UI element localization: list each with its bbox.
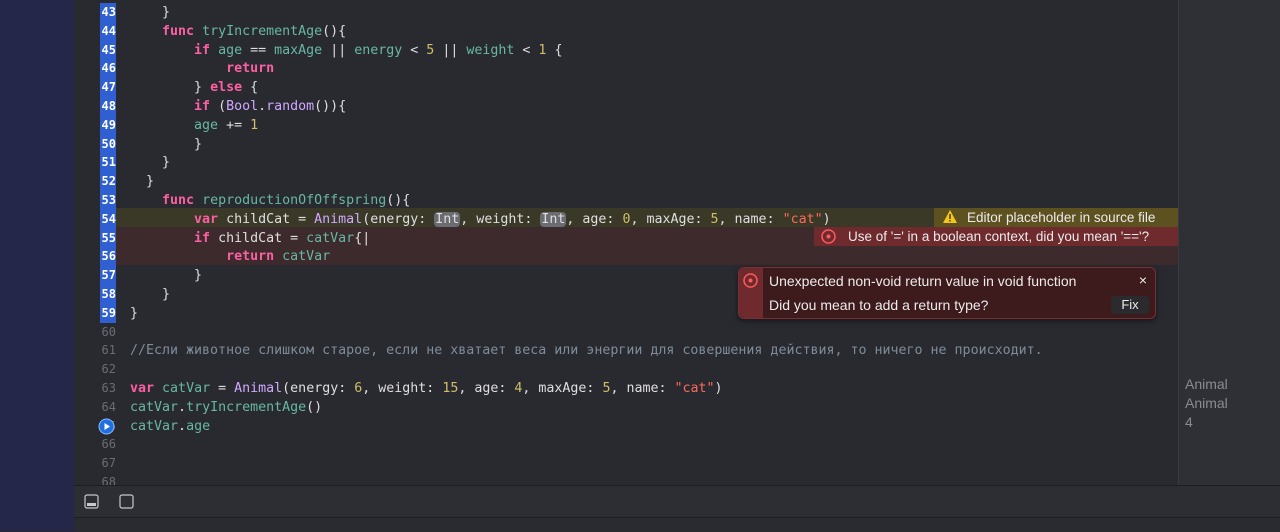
line-number[interactable]: 53 <box>100 191 116 210</box>
code-text: if (Bool.random()){ <box>194 99 347 114</box>
result-line-65: 4 <box>1185 414 1193 430</box>
code-text: var childCat = Animal(energy: Int, weigh… <box>194 211 831 227</box>
code-line[interactable]: 54 var childCat = Animal(energy: Int, we… <box>74 209 1178 229</box>
code-line[interactable]: 50 } <box>74 134 1178 154</box>
code-line[interactable]: 43 } <box>74 3 1178 22</box>
error-circle-icon <box>743 273 758 292</box>
line-number[interactable]: 68 <box>100 473 116 485</box>
fix-button[interactable]: Fix <box>1111 296 1149 314</box>
code-line[interactable]: 56 return catVar <box>74 247 1178 267</box>
code-editor[interactable]: Editor placeholder in source file Use of… <box>74 0 1178 485</box>
line-number[interactable]: 50 <box>100 134 116 154</box>
line-number[interactable]: 58 <box>100 285 116 304</box>
result-line-63: Animal <box>1185 376 1228 392</box>
code-line[interactable]: 52 } <box>74 172 1178 192</box>
code-text: if childCat = catVar{| <box>194 230 371 246</box>
stop-icon[interactable] <box>119 494 134 509</box>
line-number[interactable]: 45 <box>100 40 116 60</box>
close-icon[interactable]: × <box>1139 272 1147 288</box>
status-strip <box>74 517 1280 532</box>
code-text: } <box>130 287 171 302</box>
line-number[interactable]: 43 <box>100 3 116 22</box>
line-number[interactable]: 66 <box>100 435 116 454</box>
line-number[interactable]: 64 <box>100 398 116 417</box>
popup-title: Unexpected non-void return value in void… <box>769 273 1077 289</box>
code-line[interactable]: 51 } <box>74 153 1178 173</box>
line-number[interactable]: 51 <box>100 153 116 173</box>
code-text: } <box>130 305 139 321</box>
code-text: func tryIncrementAge(){ <box>162 23 347 39</box>
line-number[interactable]: 49 <box>100 115 116 135</box>
code-line[interactable]: 61 //Если животное слишком старое, если н… <box>74 341 1178 360</box>
code-line[interactable]: 66 <box>74 435 1178 454</box>
line-number[interactable]: 63 <box>100 379 116 398</box>
line-number[interactable]: 56 <box>100 247 116 267</box>
code-text: return catVar <box>226 249 331 265</box>
results-sidebar: Animal Animal 4 <box>1178 0 1280 485</box>
code-text: var catVar = Animal(energy: 6, weight: 1… <box>130 381 723 396</box>
line-number[interactable]: 57 <box>100 266 116 286</box>
popup-icon-column <box>739 268 763 318</box>
code-line[interactable]: 68 <box>74 473 1178 485</box>
line-number[interactable]: 47 <box>100 78 116 98</box>
code-text: catVar.age <box>130 418 211 434</box>
code-line[interactable]: 44 func tryIncrementAge(){ <box>74 21 1178 41</box>
line-number[interactable]: 60 <box>100 323 116 342</box>
code-line[interactable]: 67 <box>74 454 1178 473</box>
code-text: return <box>226 61 275 77</box>
code-line[interactable]: 65catVar.age <box>74 417 1178 436</box>
code-text: } <box>130 5 171 20</box>
code-text: age += 1 <box>194 117 259 133</box>
code-text: } <box>130 174 155 190</box>
code-line[interactable]: 48 if (Bool.random()){ <box>74 97 1178 116</box>
run-line-icon[interactable] <box>98 418 115 435</box>
line-number[interactable]: 61 <box>100 341 116 360</box>
code-line[interactable]: 53 func reproductionOfOffspring(){ <box>74 191 1178 210</box>
code-line[interactable]: 46 return <box>74 59 1178 79</box>
hide-debug-area-icon[interactable] <box>84 494 99 509</box>
code-line[interactable]: 63 var catVar = Animal(energy: 6, weight:… <box>74 379 1178 398</box>
line-number[interactable]: 62 <box>100 360 116 379</box>
code-text: } else { <box>130 80 259 96</box>
debug-bar <box>74 485 1280 518</box>
line-number[interactable]: 67 <box>100 454 116 473</box>
line-number[interactable]: 52 <box>100 172 116 192</box>
line-number[interactable]: 59 <box>100 303 116 323</box>
line-number[interactable]: 48 <box>100 97 116 116</box>
code-line[interactable]: 45 if age == maxAge || energy < 5 || wei… <box>74 40 1178 60</box>
navigator-strip <box>0 0 74 531</box>
line-number[interactable]: 55 <box>100 228 116 248</box>
code-line[interactable]: 62 <box>74 360 1178 379</box>
line-number[interactable]: 46 <box>100 59 116 79</box>
code-text: func reproductionOfOffspring(){ <box>162 193 411 208</box>
code-text: } <box>130 136 203 152</box>
code-text: } <box>130 268 203 284</box>
code-text: } <box>130 155 171 171</box>
code-text: //Если животное слишком старое, если не … <box>130 343 1043 359</box>
code-line[interactable]: 55 if childCat = catVar{| <box>74 228 1178 248</box>
result-line-64: Animal <box>1185 395 1228 411</box>
line-number[interactable]: 44 <box>100 21 116 41</box>
popup-hint: Did you mean to add a return type? <box>769 297 989 313</box>
error-popup[interactable]: Unexpected non-void return value in void… <box>738 267 1156 319</box>
code-line[interactable]: 64 catVar.tryIncrementAge() <box>74 398 1178 417</box>
code-text: if age == maxAge || energy < 5 || weight… <box>194 42 563 58</box>
code-line[interactable]: 47 } else { <box>74 78 1178 98</box>
line-number[interactable]: 54 <box>100 209 116 229</box>
code-line[interactable]: 49 age += 1 <box>74 115 1178 135</box>
code-text: catVar.tryIncrementAge() <box>130 399 323 415</box>
code-line[interactable]: 60 <box>74 323 1178 342</box>
